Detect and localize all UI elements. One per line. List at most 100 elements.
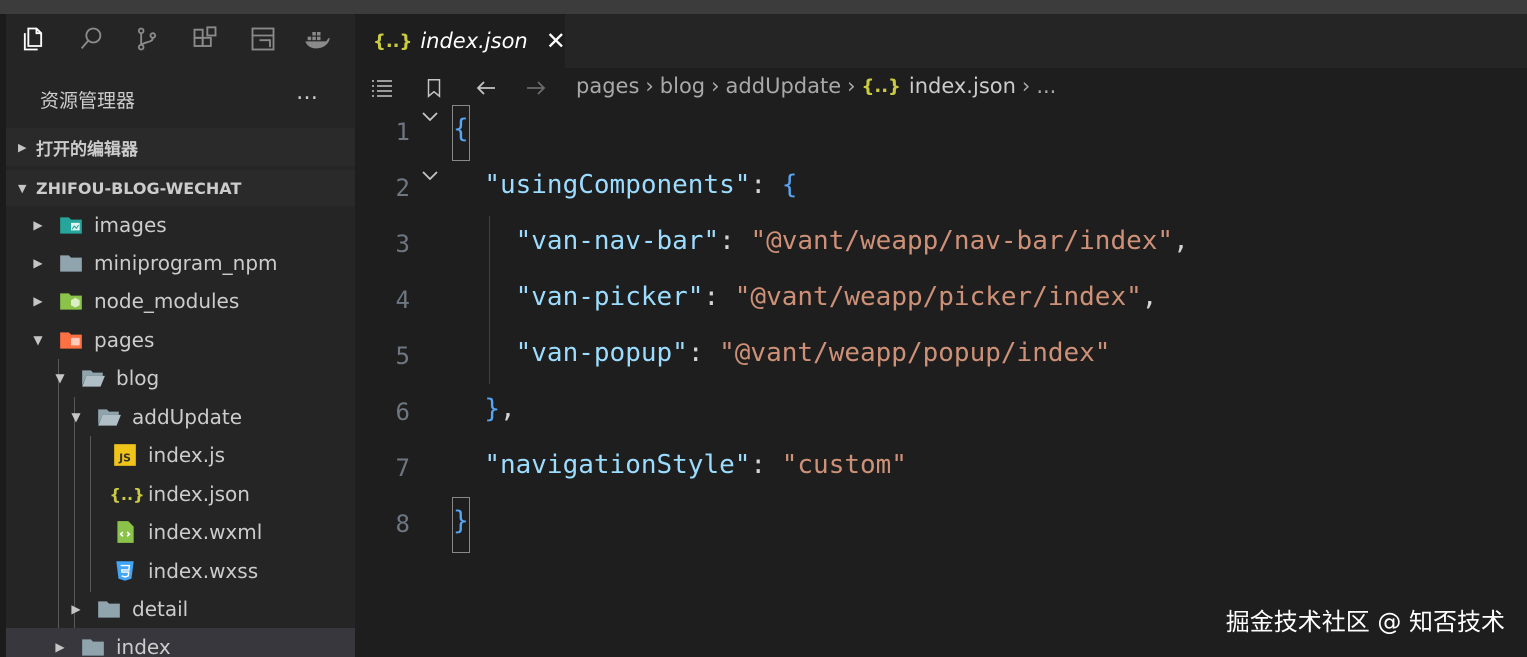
fold-chevron-icon[interactable] xyxy=(420,108,440,129)
breadcrumb-item[interactable]: addUpdate xyxy=(726,74,842,98)
code-line-7[interactable]: "navigationStyle": "custom" xyxy=(453,450,907,480)
tab-label: index.json xyxy=(420,29,528,53)
editor-tab-bar: {..} index.json ✕ xyxy=(355,14,1527,68)
chevron-right-icon: › xyxy=(847,74,856,98)
code-line-1[interactable]: { xyxy=(453,114,469,144)
tree-item-addupdate[interactable]: ▼ addUpdate xyxy=(6,398,355,436)
code-token: "van-nav-bar" xyxy=(515,226,720,256)
code-line-4[interactable]: "van-picker": "@vant/weapp/picker/index"… xyxy=(453,282,1158,312)
json-file-icon: {..} xyxy=(373,30,413,52)
code-token: "custom" xyxy=(781,450,907,480)
code-token: } xyxy=(453,506,469,536)
breadcrumb-item[interactable]: blog xyxy=(660,74,705,98)
back-arrow-icon[interactable] xyxy=(471,74,501,102)
tree-item-label: addUpdate xyxy=(132,405,243,429)
code-token: "@vant/weapp/nav-bar/index" xyxy=(750,226,1174,256)
project-section[interactable]: ▼ ZHIFOU-BLOG-WECHAT xyxy=(6,170,355,206)
chevron-right-icon: ▶ xyxy=(55,640,65,654)
code-line-6[interactable]: }, xyxy=(453,394,515,424)
pages-folder-icon xyxy=(58,327,84,353)
open-editors-section[interactable]: ▶ 打开的编辑器 xyxy=(6,128,355,166)
images-folder-icon xyxy=(58,212,84,238)
project-label: ZHIFOU-BLOG-WECHAT xyxy=(36,178,242,198)
files-icon[interactable] xyxy=(18,24,48,54)
code-token: "van-picker" xyxy=(515,282,704,312)
code-token: : xyxy=(750,170,782,200)
code-line-5[interactable]: "van-popup": "@vant/weapp/popup/index" xyxy=(453,338,1111,368)
sidebar: 资源管理器 … ▶ 打开的编辑器 ▼ ZHIFOU-BLOG-WECHAT ▶ … xyxy=(0,14,355,657)
search-icon[interactable] xyxy=(76,24,106,54)
line-number: 6 xyxy=(395,398,410,426)
docker-icon[interactable] xyxy=(302,24,332,54)
tree-item-images[interactable]: ▶ images xyxy=(6,206,355,244)
chevron-right-icon: ▶ xyxy=(71,602,81,616)
code-line-8[interactable]: } xyxy=(453,506,469,536)
fold-chevron-icon[interactable] xyxy=(420,167,440,188)
line-number: 8 xyxy=(395,510,410,538)
folder-icon xyxy=(58,250,84,276)
folder-open-icon xyxy=(80,365,106,391)
tree-item-label: index.js xyxy=(148,443,226,467)
chevron-right-icon: › xyxy=(1021,74,1031,98)
code-token: , xyxy=(1173,226,1189,256)
tab-index-json[interactable]: {..} index.json ✕ xyxy=(355,14,566,68)
js-file-icon: JS xyxy=(112,442,138,468)
chevron-right-icon: ▶ xyxy=(33,294,43,308)
folder-icon xyxy=(80,634,106,657)
chevron-down-icon: ▼ xyxy=(33,333,43,347)
chevron-right-icon: › xyxy=(645,74,654,98)
tree-item-index-js[interactable]: JS index.js xyxy=(6,436,355,474)
breadcrumb-item[interactable]: ... xyxy=(1036,74,1056,98)
code-token: "navigationStyle" xyxy=(484,450,751,480)
tree-item-index-json[interactable]: {..} index.json xyxy=(6,475,355,513)
tree-item-blog[interactable]: ▼ blog xyxy=(6,359,355,397)
tree-item-node-modules[interactable]: ▶ node_modules xyxy=(6,282,355,320)
more-actions-button[interactable]: … xyxy=(296,80,320,105)
tree-item-pages[interactable]: ▼ pages xyxy=(6,321,355,359)
outline-list-icon[interactable] xyxy=(367,74,397,102)
tree-item-index-wxml[interactable]: index.wxml xyxy=(6,513,355,551)
css-file-icon xyxy=(112,558,138,584)
chevron-right-icon: ▶ xyxy=(33,218,43,232)
breadcrumb: pages › blog › addUpdate › {..} index.js… xyxy=(576,74,1056,98)
node-folder-icon xyxy=(58,288,84,314)
line-number: 1 xyxy=(395,118,410,146)
tree-item-label: index.json xyxy=(148,482,250,506)
forward-arrow-icon[interactable] xyxy=(521,74,551,102)
tree-item-miniprogram-npm[interactable]: ▶ miniprogram_npm xyxy=(6,244,355,282)
tree-item-label: pages xyxy=(94,328,155,352)
svg-text:JS: JS xyxy=(118,452,131,465)
tree-item-label: index xyxy=(116,635,171,657)
source-control-icon[interactable] xyxy=(132,24,162,54)
chevron-down-icon: ▼ xyxy=(55,371,65,385)
breadcrumb-bar: pages › blog › addUpdate › {..} index.js… xyxy=(355,68,1527,108)
chevron-right-icon: › xyxy=(711,74,720,98)
extensions-icon[interactable] xyxy=(190,24,220,54)
folder-icon xyxy=(96,596,122,622)
code-token: : xyxy=(703,282,735,312)
breadcrumb-item[interactable]: pages xyxy=(576,74,639,98)
chevron-right-icon: ▶ xyxy=(18,140,27,154)
tree-item-index[interactable]: ▶ index xyxy=(6,628,355,657)
bookmark-icon[interactable] xyxy=(419,74,449,102)
line-number: 2 xyxy=(395,174,410,202)
json-file-icon: {..} xyxy=(861,75,901,97)
chevron-down-icon: ▼ xyxy=(18,181,27,195)
code-token: : xyxy=(750,450,782,480)
wxml-file-icon xyxy=(112,519,138,545)
tree-item-label: node_modules xyxy=(94,289,240,313)
code-token: : xyxy=(687,338,720,368)
tree-item-detail[interactable]: ▶ detail xyxy=(6,590,355,628)
close-icon[interactable]: ✕ xyxy=(546,27,566,55)
layout-icon[interactable] xyxy=(248,24,278,54)
code-token: } xyxy=(484,394,500,424)
line-number: 3 xyxy=(395,230,410,258)
breadcrumb-item[interactable]: index.json xyxy=(909,74,1016,98)
tree-item-index-wxss[interactable]: index.wxss xyxy=(6,552,355,590)
tree-item-label: index.wxml xyxy=(148,520,263,544)
explorer-title: 资源管理器 xyxy=(40,90,136,112)
code-token: "@vant/weapp/picker/index" xyxy=(734,282,1142,312)
code-line-3[interactable]: "van-nav-bar": "@vant/weapp/nav-bar/inde… xyxy=(453,226,1189,256)
code-line-2[interactable]: "usingComponents": { xyxy=(453,170,797,200)
window-top-strip xyxy=(0,0,1527,14)
